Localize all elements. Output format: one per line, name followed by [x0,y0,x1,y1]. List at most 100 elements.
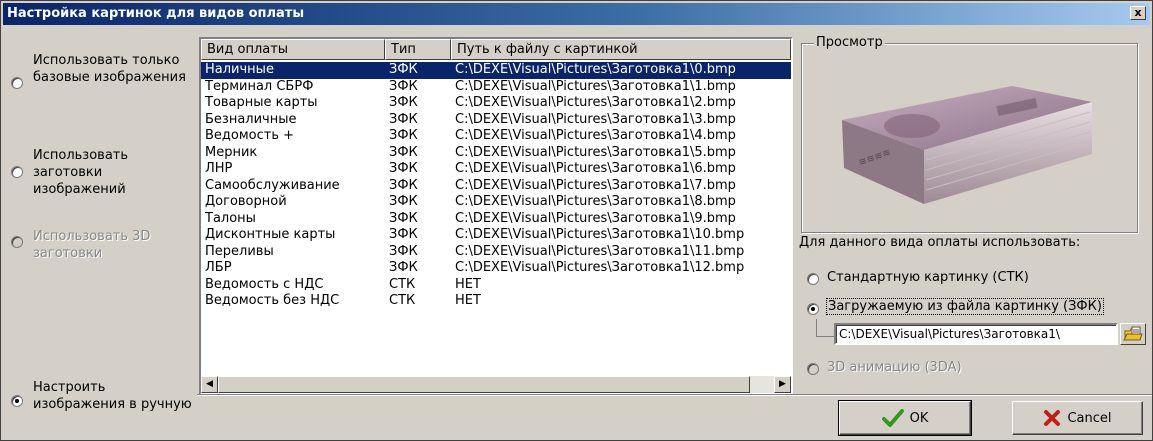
usage-title: Для данного вида оплаты использовать: [799,235,1081,250]
cell-payment-type: Ведомость без НДС [205,293,340,308]
table-row[interactable]: ЛНР ЗФК C:\DEXE\Visual\Pictures\Заготовка1… [201,161,791,178]
checkmark-icon [881,409,904,427]
ok-button[interactable]: OK [838,400,972,436]
cell-type: ЗФК [389,194,418,209]
table-row[interactable]: Талоны ЗФК C:\DEXE\Visual\Pictures\Заготов… [201,211,791,228]
cell-payment-type: Наличные [205,62,274,77]
table-row[interactable]: Самообслуживание ЗФК C:\DEXE\Visual\Pictur… [201,178,791,195]
scroll-right-button[interactable]: ▶ [774,376,791,393]
cell-path: НЕТ [455,276,481,292]
cell-type: СТК [389,293,416,308]
radio-templates[interactable] [11,166,23,178]
bottom-divider [197,394,1152,396]
cell-type: ЗФК [389,62,418,77]
cell-path: C:\DEXE\Visual\Pictures\Заготовка1\11.bm… [455,243,745,259]
usage-radio-3d [807,363,819,375]
cell-type: ЗФК [389,144,418,160]
column-header-path[interactable]: Путь к файлу с картинкой [451,39,791,60]
cell-type: ЗФК [389,177,418,193]
cancel-button[interactable]: Cancel [1012,401,1143,435]
title-bar: Настройка картинок для видов оплаты x [3,3,1150,25]
cell-path: C:\DEXE\Visual\Pictures\Заготовка1\8.bmp [455,194,736,209]
path-tree-connector [816,319,834,337]
cell-path: C:\DEXE\Visual\Pictures\Заготовка1\6.bmp [455,161,736,176]
usage-option-file[interactable]: Загружаемую из файла картинку (ЗФК) [826,298,1104,315]
cell-path: C:\DEXE\Visual\Pictures\Заготовка1\9.bmp [455,210,736,226]
cell-path: C:\DEXE\Visual\Pictures\Заготовка1\2.bmp [455,95,736,110]
cell-type: ЗФК [389,128,418,143]
window-title: Настройка картинок для видов оплаты [7,6,305,21]
list-header: Вид оплаты Тип Путь к файлу с картинкой [201,39,791,60]
table-row[interactable]: ЛБР ЗФК C:\DEXE\Visual\Pictures\Заготовка1… [201,260,791,277]
image-path-input[interactable]: C:\DEXE\Visual\Pictures\Заготовка1\ [834,323,1118,345]
usage-option-file-label: Загружаемую из файла картинку (ЗФК) [826,298,1104,315]
mode-option-manual-label: Настроить изображения в ручную [33,380,192,412]
scroll-thumb[interactable] [218,376,750,393]
mode-option-3d-label: Использовать 3D заготовки [33,229,151,261]
table-row[interactable]: Ведомость без НДС СТК НЕТ [201,293,791,310]
cell-type: ЗФК [389,111,418,127]
cell-payment-type: Безналичные [205,111,297,127]
table-row[interactable]: Наличные ЗФК C:\DEXE\Visual\Pictures\Загот… [201,62,791,79]
mode-option-templates-label: Использовать заготовки изображений [33,148,129,197]
cell-path: C:\DEXE\Visual\Pictures\Заготовка1\1.bmp [455,78,736,94]
table-row[interactable]: Терминал СБРФ ЗФК C:\DEXE\Visual\Pictures\… [201,79,791,96]
table-row[interactable]: Дисконтные карты ЗФК C:\DEXE\Visual\Pictur… [201,227,791,244]
column-header-payment-type[interactable]: Вид оплаты [201,39,385,60]
cell-payment-type: Мерник [205,144,258,160]
list-rows: Наличные ЗФК C:\DEXE\Visual\Pictures\Загот… [201,62,791,310]
radio-3d [11,236,23,248]
table-row[interactable]: Мерник ЗФК C:\DEXE\Visual\Pictures\Заготов… [201,145,791,162]
cell-type: ЗФК [389,243,418,259]
cell-type: ЗФК [389,260,418,275]
cell-payment-type: Товарные карты [205,95,318,110]
usage-radio-file[interactable] [807,303,819,315]
usage-option-3d: 3D анимацию (3DA) [827,360,962,375]
cell-payment-type: Договорной [205,194,287,209]
cancel-x-icon [1044,410,1061,426]
table-row[interactable]: Товарные карты ЗФК C:\DEXE\Visual\Pictures… [201,95,791,112]
cell-path: C:\DEXE\Visual\Pictures\Заготовка1\7.bmp [455,177,736,193]
radio-manual[interactable] [11,395,23,407]
browse-button[interactable] [1120,323,1146,345]
cell-payment-type: Самообслуживание [205,177,340,193]
cell-payment-type: Талоны [205,210,256,226]
usage-radio-standard[interactable] [807,273,819,285]
mode-option-basic-label: Использовать только базовые изображения [33,53,186,85]
scroll-left-button[interactable]: ◀ [201,376,218,393]
usage-option-standard[interactable]: Стандартную картинку (СТК) [827,270,1029,285]
mode-options-panel: Использовать только базовые изображения … [5,29,197,439]
cell-payment-type: Дисконтные карты [205,227,336,242]
table-row[interactable]: Переливы ЗФК C:\DEXE\Visual\Pictures\Загот… [201,244,791,261]
payment-types-list[interactable]: Вид оплаты Тип Путь к файлу с картинкой … [199,37,793,395]
cell-type: ЗФК [389,227,418,242]
column-header-type[interactable]: Тип [385,39,451,60]
cell-payment-type: ЛБР [205,260,232,275]
cell-payment-type: Ведомость + [205,128,295,143]
table-row[interactable]: Безналичные ЗФК C:\DEXE\Visual\Pictures\За… [201,112,791,129]
cell-path: НЕТ [455,293,481,308]
radio-basic[interactable] [11,77,23,89]
dialog-window: Настройка картинок для видов оплаты x Ис… [0,0,1153,441]
table-row[interactable]: Ведомость с НДС СТК НЕТ [201,277,791,294]
table-row[interactable]: Договорной ЗФК C:\DEXE\Visual\Pictures\Заг… [201,194,791,211]
table-row[interactable]: Ведомость + ЗФК C:\DEXE\Visual\Pictures\За… [201,128,791,145]
cell-type: ЗФК [389,78,418,94]
cell-payment-type: ЛНР [205,161,233,176]
cell-type: ЗФК [389,95,418,110]
close-button[interactable]: x [1130,6,1146,20]
cell-payment-type: Переливы [205,243,274,259]
cell-path: C:\DEXE\Visual\Pictures\Заготовка1\3.bmp [455,111,736,127]
cell-path: C:\DEXE\Visual\Pictures\Заготовка1\12.bm… [455,260,745,275]
cell-path: C:\DEXE\Visual\Pictures\Заготовка1\5.bmp [455,144,736,160]
banknote-stack-image: ≋≋≋≋ [842,86,1092,204]
ok-button-label: OK [909,410,929,426]
cancel-button-label: Cancel [1067,410,1112,426]
cell-path: C:\DEXE\Visual\Pictures\Заготовка1\10.bm… [455,227,745,242]
cell-path: C:\DEXE\Visual\Pictures\Заготовка1\4.bmp [455,128,736,143]
horizontal-scrollbar[interactable]: ◀ ▶ [201,376,791,393]
cell-payment-type: Терминал СБРФ [205,78,314,94]
cell-payment-type: Ведомость с НДС [205,276,324,292]
cell-type: СТК [389,276,416,292]
cell-path: C:\DEXE\Visual\Pictures\Заготовка1\0.bmp [455,62,736,77]
